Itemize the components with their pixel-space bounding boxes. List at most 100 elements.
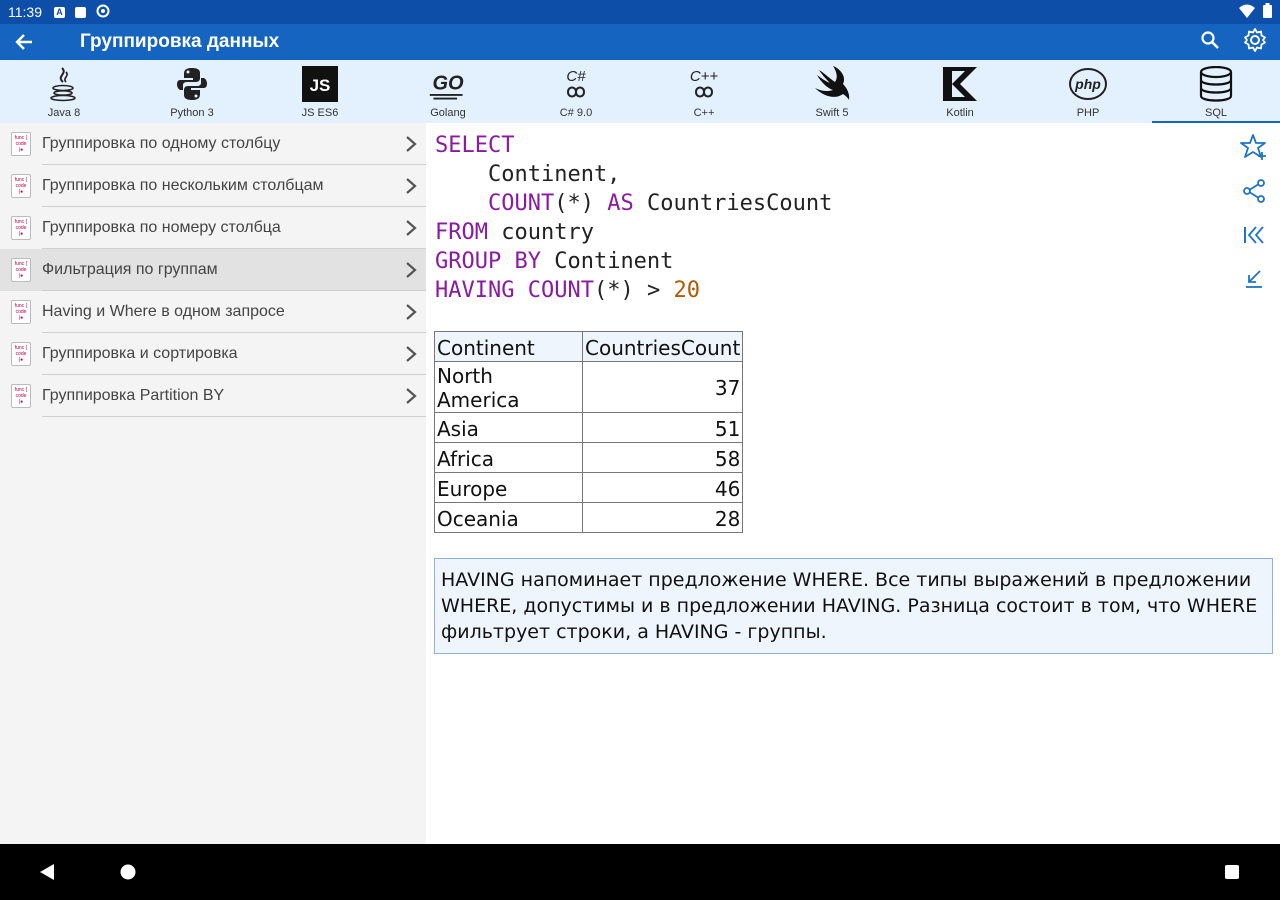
language-tabs: Java 8 Python 3 JS JS ES6 GO Golang C# C… [0,60,1280,123]
nav-home-button[interactable] [119,862,137,887]
tab-csharp[interactable]: C# C# 9.0 [512,60,640,123]
list-item[interactable]: func {code |● Группировка по нескольким ст… [0,165,426,207]
code-keyword: COUNT [527,278,594,303]
file-icon-text: |● [18,357,24,363]
list-item[interactable]: func {code |● Группировка Partition BY [0,375,426,417]
tab-java[interactable]: Java 8 [0,60,128,123]
cpp-icon: C++ [684,64,724,104]
tab-sql[interactable]: SQL [1152,60,1280,123]
tab-js[interactable]: JS JS ES6 [256,60,384,123]
list-item[interactable]: func {code |● Группировка и сортировка [0,333,426,375]
swift-icon [812,64,852,104]
divider [42,416,426,417]
code-line: GROUP BY Continent [435,247,832,276]
tab-label: C++ [693,107,715,119]
table-cell: Oceania [434,502,583,533]
code-file-icon: func {code |● [11,216,31,240]
search-icon [1201,30,1219,49]
system-nav-bar [0,844,1280,900]
nav-recents-button[interactable] [1223,862,1241,887]
sync-icon [96,4,110,21]
php-icon: php [1068,64,1108,104]
code-file-icon: func {code |● [11,174,31,198]
code-keyword: COUNT [487,191,555,216]
square-recents-icon [1225,865,1239,879]
share-button[interactable] [1240,177,1268,205]
arrow-down-left-icon [1246,270,1262,288]
code-line: COUNT(*) AS CountriesCount [435,189,832,218]
code-text: (*) [554,191,608,216]
app-bar: Группировка данных [0,24,1280,60]
file-icon-text: |● [18,231,24,237]
result-table: Continent CountriesCount North America 37… [434,331,744,533]
nav-back-button[interactable] [38,862,56,887]
code-file-icon: func {code |● [11,342,31,366]
file-icon-text: |● [18,399,24,405]
go-icon: GO [428,64,468,104]
code-file-icon: func {code |● [11,384,31,408]
page-title: Группировка данных [80,31,280,52]
cpp-glyph: C++ [690,68,719,85]
back-button[interactable] [14,24,58,60]
database-icon [1196,64,1236,104]
favorite-button[interactable] [1240,133,1268,161]
sd-card-icon [75,6,86,18]
table-cell: 58 [581,442,744,473]
wifi-icon [1239,4,1255,21]
tab-label: Swift 5 [815,107,849,119]
side-toolbar [1240,133,1268,293]
csharp-glyph: C# [566,68,586,85]
tab-kotlin[interactable]: Kotlin [896,60,1024,123]
tab-label: PHP [1076,107,1100,119]
battery-icon [1263,3,1272,21]
list-item-label: Группировка Partition BY [42,387,225,404]
table-cell: North America [434,361,583,413]
code-number: 20 [673,278,700,303]
js-icon: JS [300,64,340,104]
code-line: FROM country [435,218,832,247]
code-keyword: SELECT [435,133,515,158]
table-header-row: Continent CountriesCount [434,331,744,362]
code-file-icon: func {code |● [11,132,31,156]
csharp-icon: C# [556,64,596,104]
list-item[interactable]: func {code |● Группировка по номеру столбц… [0,207,426,249]
settings-button[interactable] [1242,27,1268,58]
share-icon [1243,179,1265,203]
code-text: Continent, [435,162,621,187]
code-block: SELECT Continent, COUNT(*) AS CountriesC… [435,131,832,305]
topic-list: func {code |● Группировка по одному столбц… [0,123,426,844]
tab-php[interactable]: php PHP [1024,60,1152,123]
list-item[interactable]: func {code |● Фильтрация по группам [0,249,426,291]
file-icon-text: |● [18,315,24,321]
explanation-note: HAVING напоминает предложение WHERE. Все… [434,558,1273,654]
code-text: Continent [540,249,674,274]
tab-swift[interactable]: Swift 5 [768,60,896,123]
code-file-icon: func {code |● [11,300,31,324]
code-line: Continent, [435,160,832,189]
status-bar: 11:39 A [0,0,1280,24]
table-row: Oceania 28 [434,502,744,533]
code-keyword: FROM [435,220,488,245]
list-item[interactable]: func {code |● Having и Where в одном запро… [0,291,426,333]
tab-go[interactable]: GO Golang [384,60,512,123]
content-panel: SELECT Continent, COUNT(*) AS CountriesC… [426,123,1280,844]
tab-label: SQL [1204,107,1227,119]
list-item-label: Having и Where в одном запросе [42,303,285,320]
chevron-right-icon [396,177,426,195]
tab-label: JS ES6 [301,107,339,119]
tab-cpp[interactable]: C++ C++ [640,60,768,123]
first-page-button[interactable] [1240,221,1268,249]
list-item-label: Группировка по нескольким столбцам [42,177,324,194]
tab-python[interactable]: Python 3 [128,60,256,123]
list-item[interactable]: func {code |● Группировка по одному столбц… [0,123,426,165]
table-cell: 37 [581,361,744,413]
file-icon-text: |● [18,273,24,279]
chevron-right-icon [396,135,426,153]
table-row: Europe 46 [434,472,744,503]
js-glyph: JS [310,76,331,95]
search-button[interactable] [1200,30,1220,55]
collapse-button[interactable] [1240,265,1268,293]
file-icon-text: |● [18,147,24,153]
table-cell: 51 [581,412,744,443]
